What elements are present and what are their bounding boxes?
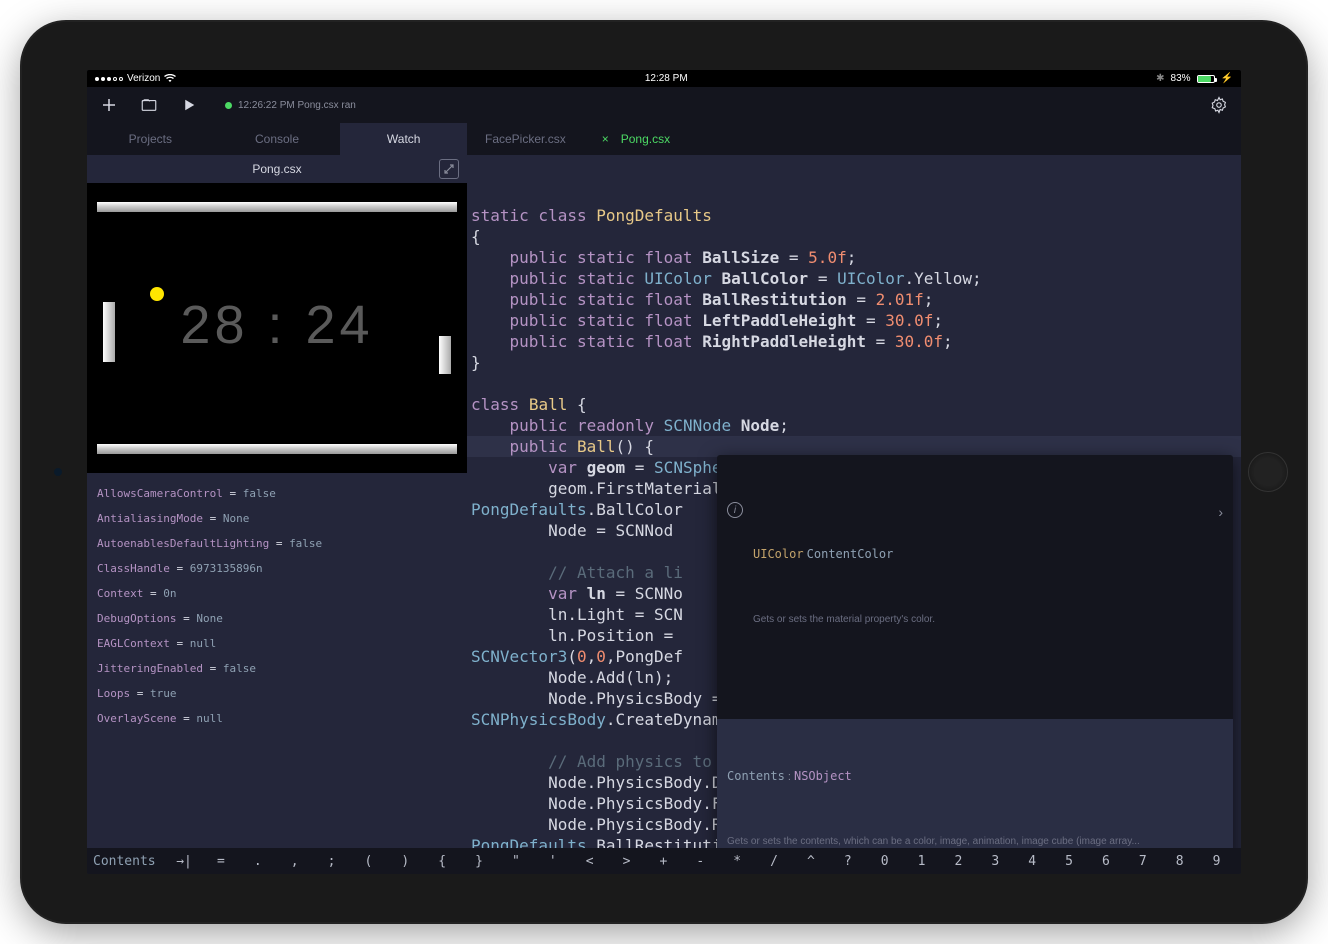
left-tab-bar: Projects Console Watch	[87, 123, 467, 155]
sym-key[interactable]: 5	[1051, 854, 1088, 869]
sym-key[interactable]: 7	[1124, 854, 1161, 869]
editor-tab-bar: FacePicker.csx × Pong.csx	[467, 123, 1241, 155]
pong-score: 28 : 24	[87, 294, 467, 356]
prop-row: AntialiasingMode = None	[97, 506, 457, 531]
sym-key[interactable]: (	[350, 854, 387, 869]
sym-key[interactable]: /	[756, 854, 793, 869]
wifi-icon	[164, 74, 176, 84]
battery-label: 83%	[1171, 73, 1191, 84]
prop-row: JitteringEnabled = false	[97, 656, 457, 681]
play-button[interactable]	[175, 91, 203, 119]
bluetooth-icon: ✱	[1156, 73, 1164, 84]
pong-top-wall	[97, 202, 457, 212]
status-dot-icon	[225, 102, 232, 109]
sym-key[interactable]: *	[719, 854, 756, 869]
prop-row: Loops = true	[97, 681, 457, 706]
sym-key[interactable]: ,	[276, 854, 313, 869]
battery-icon	[1197, 75, 1215, 83]
prop-row: AutoenablesDefaultLighting = false	[97, 531, 457, 556]
sym-key[interactable]: 6	[1088, 854, 1125, 869]
tab-watch[interactable]: Watch	[340, 123, 467, 155]
sym-key[interactable]: '	[534, 854, 571, 869]
sym-key[interactable]: <	[571, 854, 608, 869]
camera-dot	[54, 468, 62, 476]
sym-key[interactable]: .	[239, 854, 276, 869]
code-editor[interactable]: static class static class PongDefaultsPo…	[467, 155, 1241, 848]
prop-row: EAGLContext = null	[97, 631, 457, 656]
pong-bottom-wall	[97, 444, 457, 454]
watch-header: Pong.csx	[87, 155, 467, 183]
sym-key[interactable]: "	[498, 854, 535, 869]
ios-status-bar: Verizon 12:28 PM ✱ 83% ⚡	[87, 70, 1241, 87]
prop-row: AllowsCameraControl = false	[97, 481, 457, 506]
sym-key[interactable]: )	[387, 854, 424, 869]
sym-key[interactable]: 4	[1014, 854, 1051, 869]
symbol-row: Contents →| = . , ; ( ) { } " ' < > + - …	[87, 848, 1241, 874]
tab-projects[interactable]: Projects	[87, 123, 214, 155]
sym-key[interactable]: 1	[903, 854, 940, 869]
sym-key[interactable]: →|	[166, 854, 203, 869]
prop-row: ClassHandle = 6973135896n	[97, 556, 457, 581]
screen: Verizon 12:28 PM ✱ 83% ⚡ 12	[87, 70, 1241, 874]
home-button[interactable]	[1248, 452, 1288, 492]
sym-key[interactable]: ^	[793, 854, 830, 869]
sym-key[interactable]: 8	[1161, 854, 1198, 869]
tab-console[interactable]: Console	[214, 123, 341, 155]
right-pane: FacePicker.csx × Pong.csx static class s…	[467, 123, 1241, 848]
prop-row: Context = 0n	[97, 581, 457, 606]
ipad-frame: Verizon 12:28 PM ✱ 83% ⚡ 12	[22, 22, 1306, 922]
sym-key[interactable]: 9	[1198, 854, 1235, 869]
sym-key[interactable]: ;	[313, 854, 350, 869]
app-toolbar: 12:26:22 PM Pong.csx ran	[87, 87, 1241, 123]
status-text: 12:26:22 PM Pong.csx ran	[238, 100, 356, 111]
autocomplete-item[interactable]: Contents : NSObject Gets or sets the con…	[717, 719, 1233, 848]
sym-key[interactable]: 3	[977, 854, 1014, 869]
add-button[interactable]	[95, 91, 123, 119]
pong-preview[interactable]: 28 : 24	[87, 183, 467, 473]
folder-button[interactable]	[135, 91, 163, 119]
prop-row: DebugOptions = None	[97, 606, 457, 631]
sym-key[interactable]: }	[461, 854, 498, 869]
editor-tab-pong[interactable]: × Pong.csx	[584, 123, 688, 155]
close-icon[interactable]: ×	[602, 132, 609, 146]
left-pane: Projects Console Watch Pong.csx 28	[87, 123, 467, 848]
sym-key[interactable]: -	[682, 854, 719, 869]
settings-button[interactable]	[1205, 91, 1233, 119]
prop-row: OverlayScene = null	[97, 706, 457, 731]
sym-key[interactable]: ?	[829, 854, 866, 869]
sym-key[interactable]: =	[203, 854, 240, 869]
sym-key[interactable]: 0	[866, 854, 903, 869]
sym-key[interactable]: {	[424, 854, 461, 869]
carrier-label: Verizon	[127, 73, 160, 84]
sym-key[interactable]: +	[645, 854, 682, 869]
autocomplete-header[interactable]: i UIColor ContentColor Gets or sets the …	[717, 497, 1233, 677]
watch-file-label: Pong.csx	[252, 162, 301, 176]
expand-button[interactable]	[439, 159, 459, 179]
editor-tab-facepicker[interactable]: FacePicker.csx	[467, 123, 584, 155]
autocomplete-popup[interactable]: i UIColor ContentColor Gets or sets the …	[717, 455, 1233, 848]
properties-panel[interactable]: AllowsCameraControl = false Antialiasing…	[87, 473, 467, 848]
symrow-context: Contents	[93, 854, 166, 869]
status-message: 12:26:22 PM Pong.csx ran	[215, 94, 1193, 116]
sym-key[interactable]: 2	[940, 854, 977, 869]
sym-key[interactable]: >	[608, 854, 645, 869]
signal-dots	[95, 77, 123, 81]
info-icon[interactable]: i	[727, 502, 743, 518]
chevron-right-icon[interactable]: ›	[1218, 502, 1223, 523]
clock: 12:28 PM	[645, 73, 688, 84]
charging-icon: ⚡	[1221, 73, 1233, 84]
